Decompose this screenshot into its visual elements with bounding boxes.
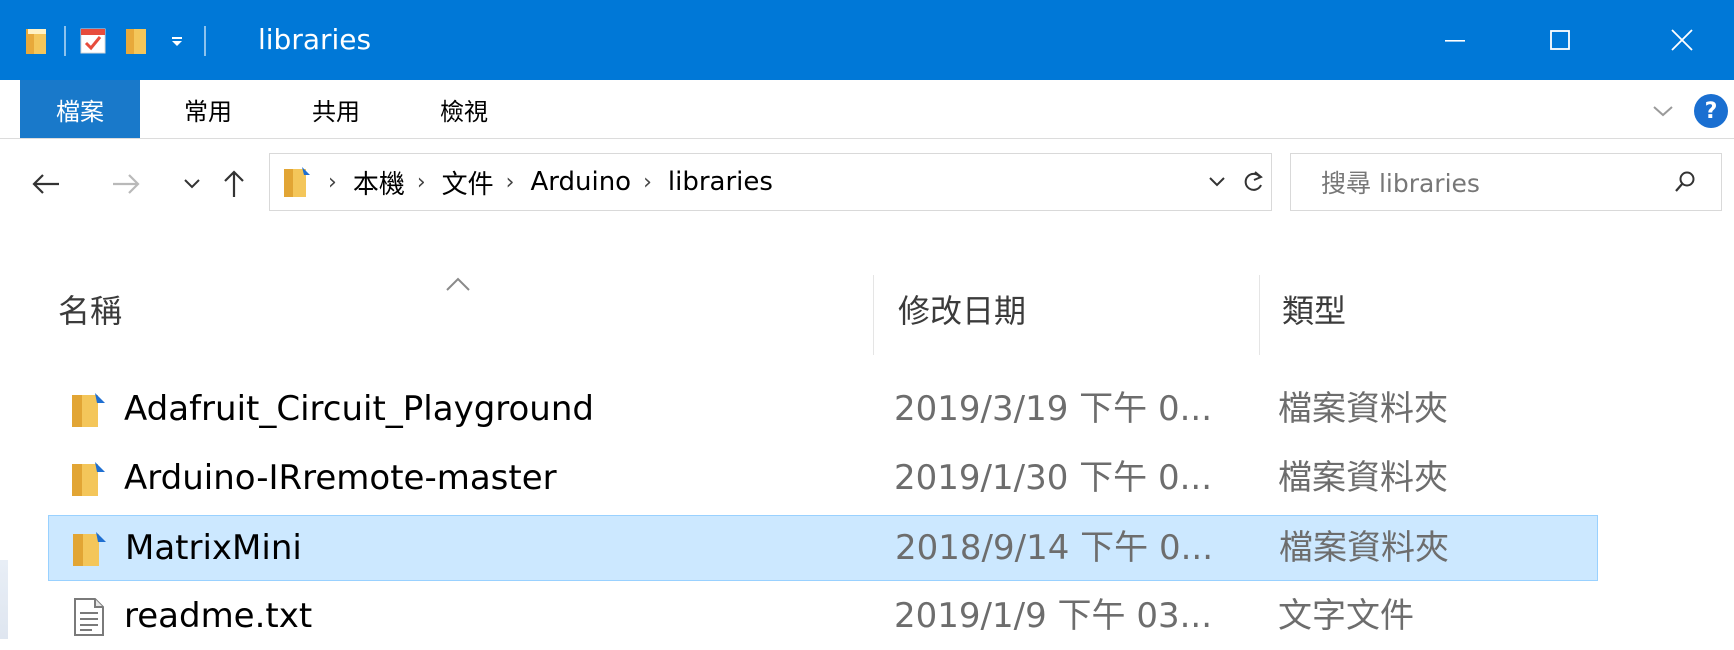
title-bar: libraries — [0, 0, 1734, 80]
expand-ribbon-chevron-icon[interactable] — [1648, 96, 1678, 126]
folder-location-icon — [280, 164, 316, 200]
file-modified-date: 2018/9/14 下午 0... — [895, 528, 1214, 568]
file-type: 文字文件 — [1278, 596, 1414, 636]
search-input[interactable] — [1319, 164, 1663, 202]
tab-file[interactable]: 檔案 — [20, 80, 140, 138]
window-title: libraries — [258, 23, 372, 56]
search-icon[interactable] — [1669, 166, 1701, 198]
properties-icon[interactable] — [76, 24, 110, 58]
breadcrumb-documents[interactable]: 文件 — [442, 164, 494, 201]
forward-button[interactable] — [104, 162, 148, 206]
background-edge — [0, 560, 8, 639]
file-name: readme.txt — [124, 596, 313, 636]
text-file-icon — [74, 598, 104, 636]
column-divider[interactable] — [1259, 275, 1260, 355]
column-header-date[interactable]: 修改日期 — [898, 288, 1026, 334]
file-row-selected[interactable]: MatrixMini 2018/9/14 下午 0... 檔案資料夾 — [48, 515, 1598, 581]
file-modified-date: 2019/3/19 下午 0... — [894, 389, 1213, 429]
file-name: MatrixMini — [125, 528, 302, 568]
back-button[interactable] — [24, 162, 68, 206]
file-modified-date: 2019/1/30 下午 0... — [894, 458, 1213, 498]
new-folder-icon[interactable] — [120, 24, 154, 58]
help-icon[interactable]: ? — [1694, 94, 1728, 128]
file-row[interactable]: readme.txt 2019/1/9 下午 03... 文字文件 — [48, 584, 1598, 650]
folder-icon — [72, 462, 105, 496]
folder-icon — [72, 393, 105, 427]
forward-arrow-icon — [113, 174, 140, 194]
file-row[interactable]: Adafruit_Circuit_Playground 2019/3/19 下午… — [48, 377, 1598, 443]
breadcrumb-chevron-icon[interactable]: › — [506, 170, 515, 195]
folder-app-icon[interactable] — [20, 24, 54, 58]
file-row[interactable]: Arduino-IRremote-master 2019/1/30 下午 0..… — [48, 446, 1598, 512]
file-type: 檔案資料夾 — [1278, 389, 1448, 429]
breadcrumb-chevron-icon[interactable]: › — [417, 170, 426, 195]
breadcrumb: › 本機 › 文件 › Arduino › libraries — [316, 164, 773, 201]
search-box — [1290, 153, 1722, 211]
ribbon-bar: 檔案 常用 共用 檢視 — [0, 80, 1734, 139]
maximize-button[interactable] — [1507, 0, 1612, 80]
address-bar[interactable]: › 本機 › 文件 › Arduino › libraries — [269, 153, 1272, 211]
minimize-icon — [1444, 40, 1465, 42]
breadcrumb-libraries[interactable]: libraries — [668, 167, 773, 197]
breadcrumb-arduino[interactable]: Arduino — [530, 167, 631, 197]
customize-toolbar-chevron-icon[interactable] — [160, 24, 194, 58]
file-type: 檔案資料夾 — [1278, 458, 1448, 498]
up-arrow-icon — [224, 170, 244, 197]
breadcrumb-chevron-icon[interactable]: › — [328, 170, 337, 195]
up-button[interactable] — [212, 162, 256, 206]
sort-ascending-caret-icon — [446, 277, 470, 291]
file-name: Adafruit_Circuit_Playground — [124, 389, 594, 429]
folder-icon — [73, 532, 106, 566]
chevron-down-icon — [184, 179, 200, 189]
column-header-name[interactable]: 名稱 — [58, 288, 122, 334]
column-header-type[interactable]: 類型 — [1282, 288, 1346, 334]
chevron-down-icon — [1209, 177, 1225, 187]
close-icon — [1670, 29, 1693, 51]
file-type: 檔案資料夾 — [1279, 528, 1449, 568]
file-name: Arduino-IRremote-master — [124, 458, 557, 498]
tab-home[interactable]: 常用 — [160, 80, 256, 138]
quick-access-toolbar — [20, 22, 216, 60]
back-arrow-icon — [32, 174, 59, 194]
tab-view[interactable]: 檢視 — [416, 80, 512, 138]
refresh-icon — [1244, 171, 1263, 191]
close-button[interactable] — [1629, 0, 1734, 80]
column-divider[interactable] — [873, 275, 874, 355]
tab-share[interactable]: 共用 — [288, 80, 384, 138]
minimize-button[interactable] — [1402, 0, 1507, 80]
address-history-dropdown[interactable] — [1200, 165, 1234, 199]
breadcrumb-chevron-icon[interactable]: › — [643, 170, 652, 195]
breadcrumb-this-pc[interactable]: 本機 — [353, 164, 405, 201]
refresh-button[interactable] — [1236, 163, 1270, 201]
toolbar-separator — [64, 26, 66, 56]
recent-locations-button[interactable] — [170, 162, 214, 206]
maximize-icon — [1549, 30, 1570, 50]
toolbar-separator — [204, 26, 206, 56]
file-modified-date: 2019/1/9 下午 03... — [894, 596, 1213, 636]
